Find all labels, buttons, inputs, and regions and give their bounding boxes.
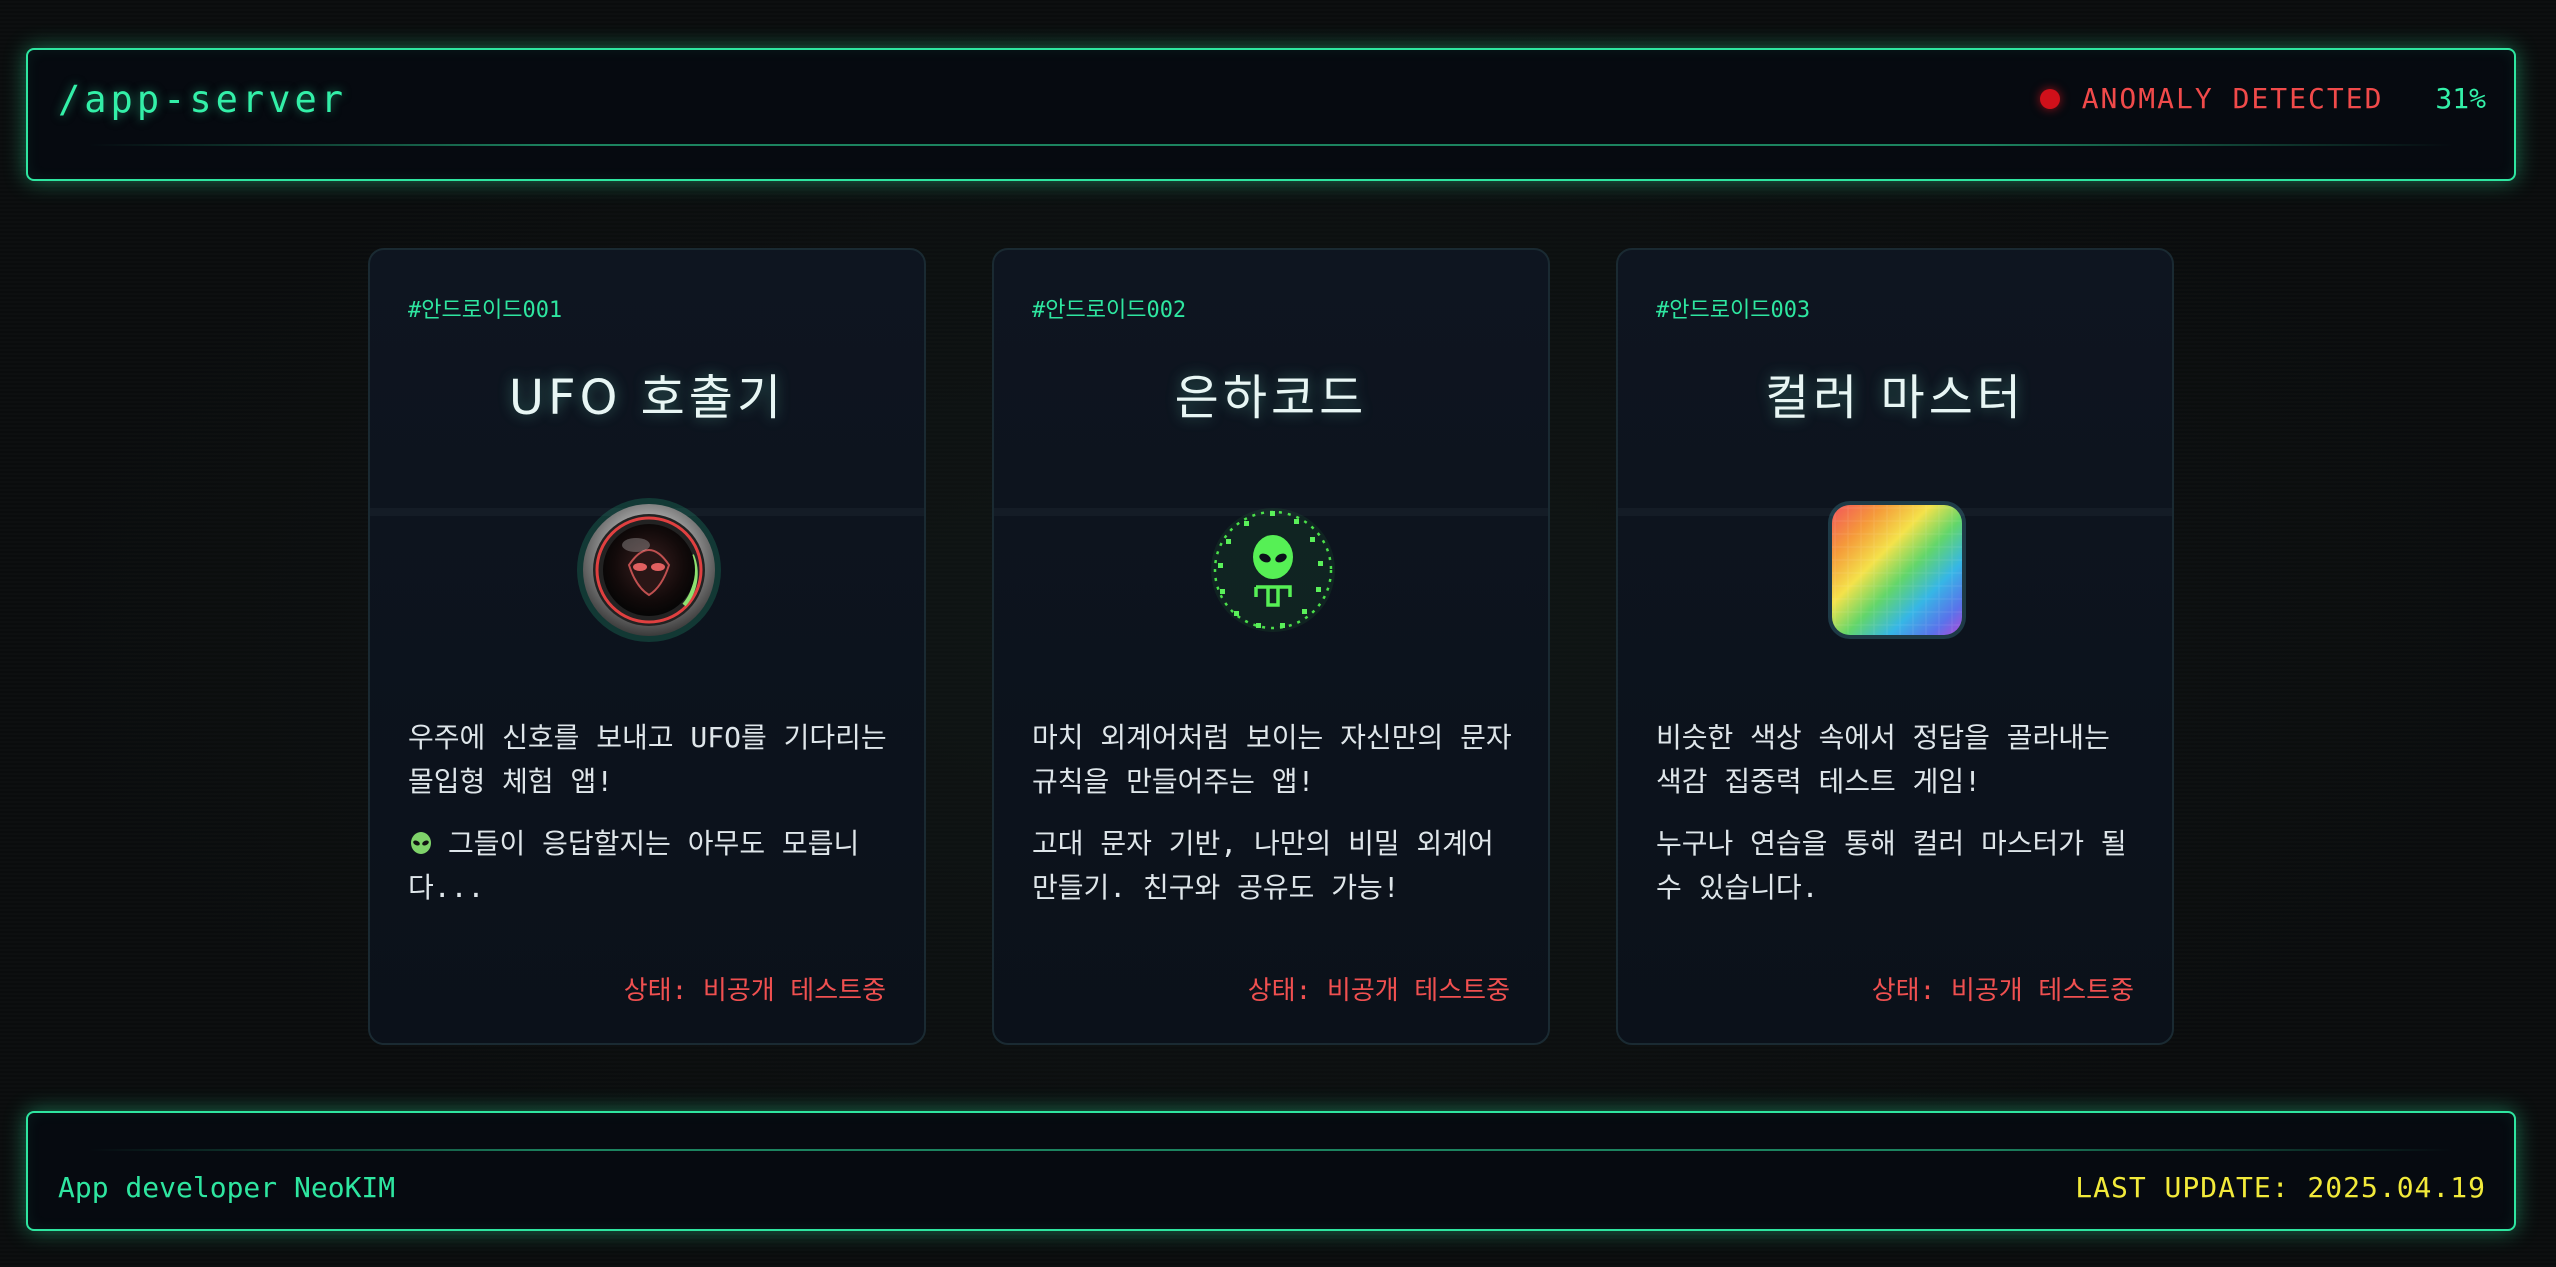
card-id: #안드로이드003 xyxy=(1656,298,1811,323)
card-subdescription: 누구나 연습을 통해 컬러 마스터가 될 수 있습니다. xyxy=(1656,827,2127,904)
alien-code-icon[interactable] xyxy=(1198,495,1348,645)
header-bar: /app-server ANOMALY DETECTED 31% xyxy=(26,48,2516,181)
header-divider xyxy=(88,144,2454,146)
developer-credit: App developer NeoKIM xyxy=(58,1171,396,1204)
page-title: /app-server xyxy=(58,78,348,121)
alien-emoji-icon xyxy=(408,826,434,854)
ufo-lens-icon[interactable] xyxy=(574,495,724,645)
app-card-galaxy-code[interactable]: #안드로이드002 은하코드 마치 외계어처럼 보이는 자신만의 문자 규칙을 … xyxy=(992,248,1550,1045)
card-id: #안드로이드001 xyxy=(408,298,563,323)
anomaly-status: ANOMALY DETECTED 31% xyxy=(2039,82,2486,115)
footer-divider xyxy=(88,1149,2454,1151)
color-grid-icon[interactable] xyxy=(1822,495,1972,645)
alert-dot-icon xyxy=(2039,88,2060,109)
card-subdescription: 그들이 응답할지는 아무도 모릅니다... xyxy=(408,826,860,904)
card-description: 비슷한 색상 속에서 정답을 골라내는 색감 집중력 테스트 게임! xyxy=(1656,721,2110,798)
card-title: 은하코드 xyxy=(1174,370,1368,426)
app-card-ufo[interactable]: #안드로이드001 UFO 호출기 우주에 신호를 보내고 UFO를 기다리는 … xyxy=(368,248,926,1045)
card-title: 컬러 마스터 xyxy=(1764,370,2026,426)
card-description: 마치 외계어처럼 보이는 자신만의 문자 규칙을 만들어주는 앱! xyxy=(1032,721,1512,798)
card-status: 상태: 비공개 테스트중 xyxy=(1871,976,2134,1006)
anomaly-percent: 31% xyxy=(2435,82,2486,115)
card-status: 상태: 비공개 테스트중 xyxy=(623,976,886,1006)
anomaly-label: ANOMALY DETECTED xyxy=(2081,82,2384,115)
card-subdescription: 고대 문자 기반, 나만의 비밀 외계어 만들기. 친구와 공유도 가능! xyxy=(1032,827,1494,904)
card-title: UFO 호출기 xyxy=(508,370,786,426)
footer-bar: App developer NeoKIM LAST UPDATE: 2025.0… xyxy=(26,1111,2516,1231)
last-update: LAST UPDATE: 2025.04.19 xyxy=(2075,1171,2486,1204)
app-card-color-master[interactable]: #안드로이드003 컬러 마스터 비슷한 색상 속에서 정답을 골라내는 색감 … xyxy=(1616,248,2174,1045)
card-status: 상태: 비공개 테스트중 xyxy=(1247,976,1510,1006)
card-id: #안드로이드002 xyxy=(1032,298,1187,323)
card-description: 우주에 신호를 보내고 UFO를 기다리는 몰입형 체험 앱! xyxy=(408,721,887,798)
